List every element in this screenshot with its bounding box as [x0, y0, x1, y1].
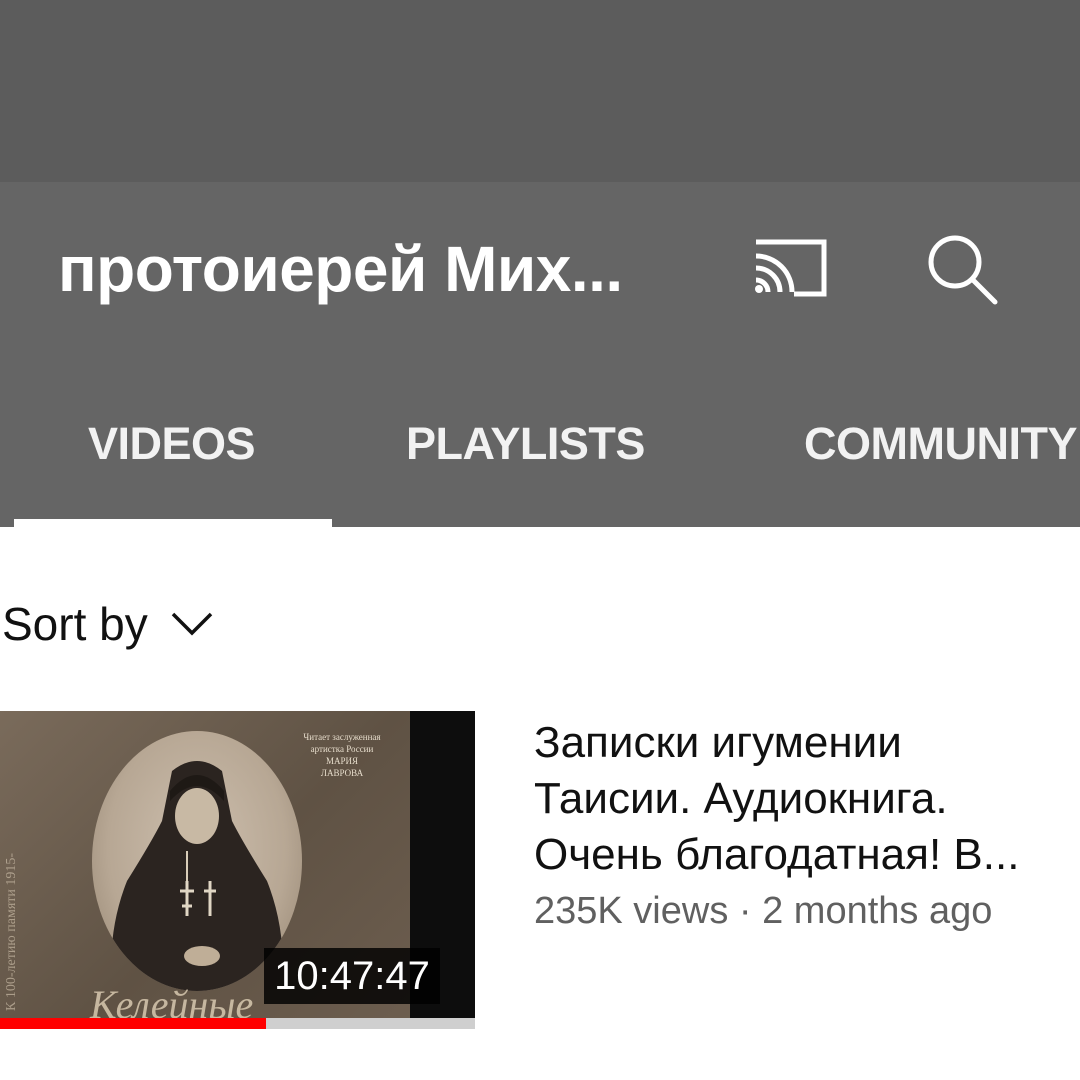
tab-community[interactable]: COMMUNITY: [804, 418, 1077, 470]
status-bar: [0, 0, 1080, 182]
duration-badge: 10:47:47: [264, 948, 440, 1004]
caption-line: ЛАВРОВА: [320, 768, 364, 778]
view-count: 235K views: [534, 890, 729, 932]
thumbnail-caption: Читает заслуженная артистка России МАРИЯ…: [282, 731, 402, 779]
search-button[interactable]: [925, 232, 1001, 308]
watch-progress-bar: [0, 1018, 475, 1029]
watch-progress-fill: [0, 1018, 266, 1029]
video-title[interactable]: Записки игумении Таисии. Аудиокнига. Оче…: [534, 715, 1074, 883]
caption-line: артистка России: [310, 744, 374, 754]
video-title-line: Записки игумении: [534, 718, 902, 767]
cast-icon: [755, 239, 827, 297]
video-title-line: Таисии. Аудиокнига.: [534, 774, 948, 823]
meta-separator: ·: [738, 890, 752, 932]
channel-title: протоиерей Мих...: [58, 233, 623, 305]
video-title-line: Очень благодатная! В...: [534, 830, 1020, 879]
tab-videos[interactable]: VIDEOS: [88, 418, 256, 470]
thumbnail-side-text: К 100-летию памяти 1915-: [4, 852, 19, 1011]
sort-by-button[interactable]: Sort by: [2, 596, 214, 652]
tab-playlists[interactable]: PLAYLISTS: [406, 418, 645, 470]
search-icon: [928, 235, 998, 305]
selected-tab-indicator: [14, 519, 332, 527]
chevron-down-icon: [171, 612, 212, 636]
caption-line: МАРИЯ: [325, 756, 358, 766]
sort-by-label: Sort by: [2, 598, 148, 650]
caption-line: Читает заслуженная: [303, 732, 381, 742]
cast-button[interactable]: [750, 236, 830, 300]
video-metadata: 235K views · 2 months ago: [534, 890, 992, 933]
upload-age: 2 months ago: [762, 890, 993, 932]
